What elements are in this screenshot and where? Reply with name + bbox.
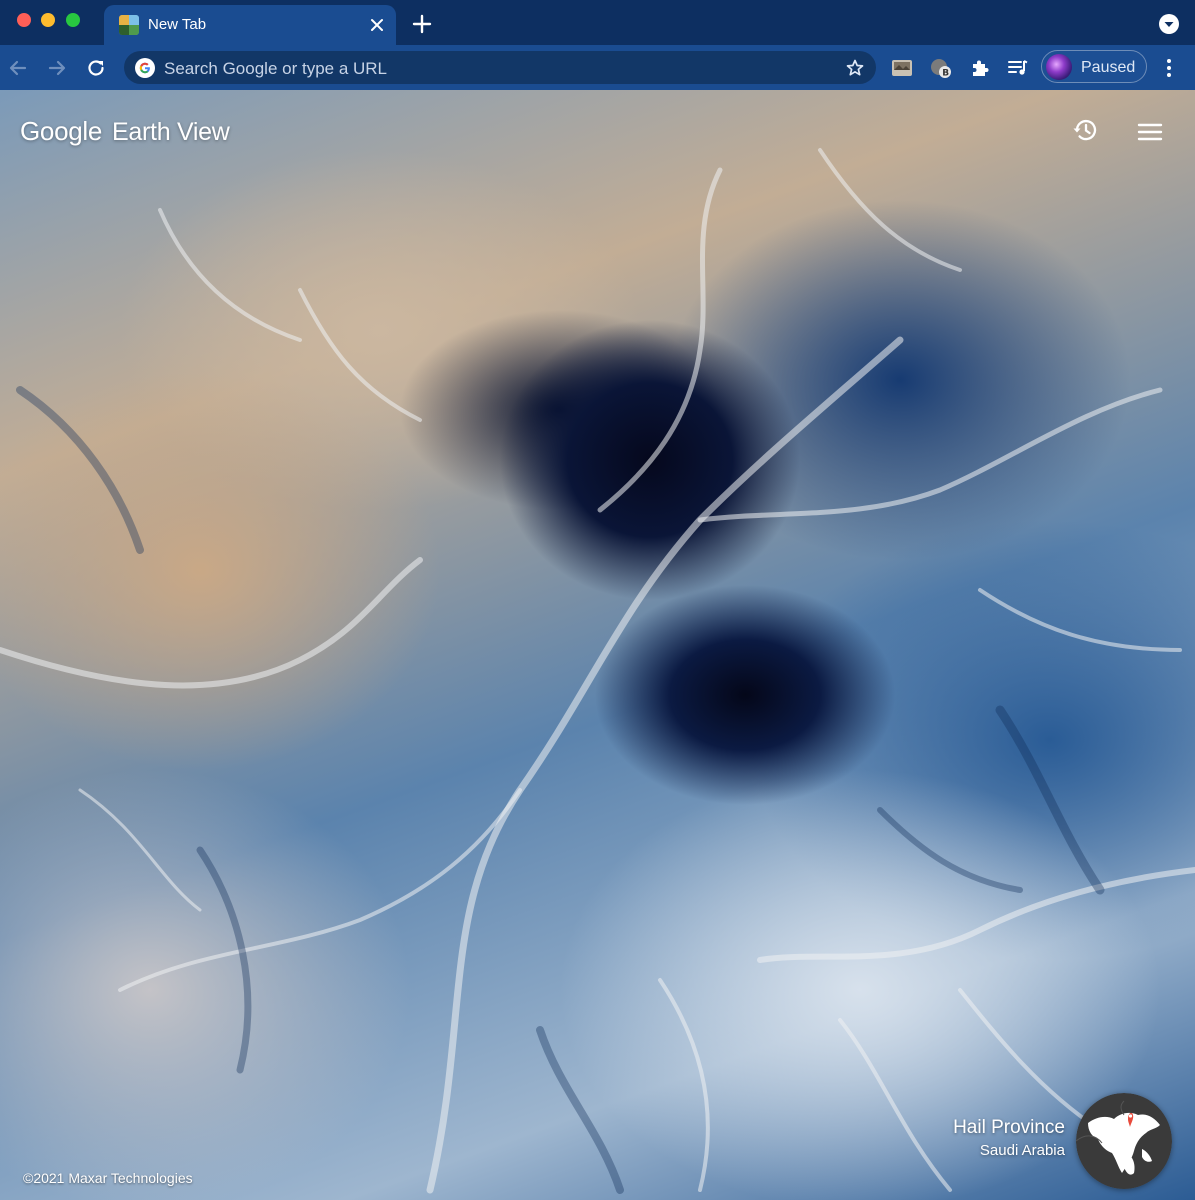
close-window-button[interactable] — [17, 13, 31, 27]
kebab-menu-icon[interactable] — [1160, 57, 1178, 79]
tab-title: New Tab — [148, 16, 207, 33]
profile-avatar — [1046, 54, 1072, 80]
google-wordmark: Google — [20, 116, 103, 146]
address-bar[interactable]: Search Google or type a URL — [124, 51, 876, 84]
location-label[interactable]: Hail Province Saudi Arabia — [953, 1117, 1065, 1159]
profile-button[interactable]: Paused — [1041, 50, 1147, 83]
puzzle-icon[interactable] — [968, 56, 992, 80]
plus-icon[interactable] — [411, 13, 433, 35]
arrow-right-icon[interactable] — [46, 57, 68, 79]
star-icon[interactable] — [845, 58, 865, 78]
omnibox-placeholder: Search Google or type a URL — [164, 59, 388, 78]
earth-view-wordmark: Earth View — [112, 118, 230, 146]
imagery-copyright: ©2021 Maxar Technologies — [23, 1170, 193, 1186]
location-country: Saudi Arabia — [979, 1142, 1065, 1159]
location-name: Hail Province — [953, 1117, 1065, 1138]
browser-toolbar: Search Google or type a URL B Paused — [0, 45, 1195, 90]
maximize-window-button[interactable] — [66, 13, 80, 27]
bitwarden-extension-icon[interactable]: B — [929, 56, 953, 80]
browser-titlebar: New Tab — [0, 0, 1195, 45]
chevron-down-icon[interactable] — [1159, 14, 1179, 34]
profile-status-label: Paused — [1081, 59, 1136, 76]
earth-view-satellite-image: Google Earth View Hail Province Saudi Ara… — [0, 90, 1195, 1200]
minimize-window-button[interactable] — [41, 13, 55, 27]
earth-view-logo[interactable]: Google Earth View — [20, 116, 230, 147]
terrain-drainage-pattern — [0, 148, 1195, 1194]
tab-new-tab[interactable]: New Tab — [104, 5, 396, 45]
history-icon[interactable] — [1071, 116, 1099, 144]
media-queue-icon[interactable] — [1006, 56, 1030, 80]
image-extension-icon[interactable] — [890, 56, 914, 80]
close-icon[interactable] — [368, 16, 386, 34]
hamburger-icon[interactable] — [1137, 121, 1163, 143]
earth-view-favicon-icon — [119, 15, 139, 35]
svg-text:B: B — [942, 69, 949, 79]
reload-icon[interactable] — [85, 57, 107, 79]
google-g-icon — [135, 58, 155, 78]
globe-icon[interactable] — [1076, 1093, 1172, 1189]
arrow-left-icon[interactable] — [7, 57, 29, 79]
